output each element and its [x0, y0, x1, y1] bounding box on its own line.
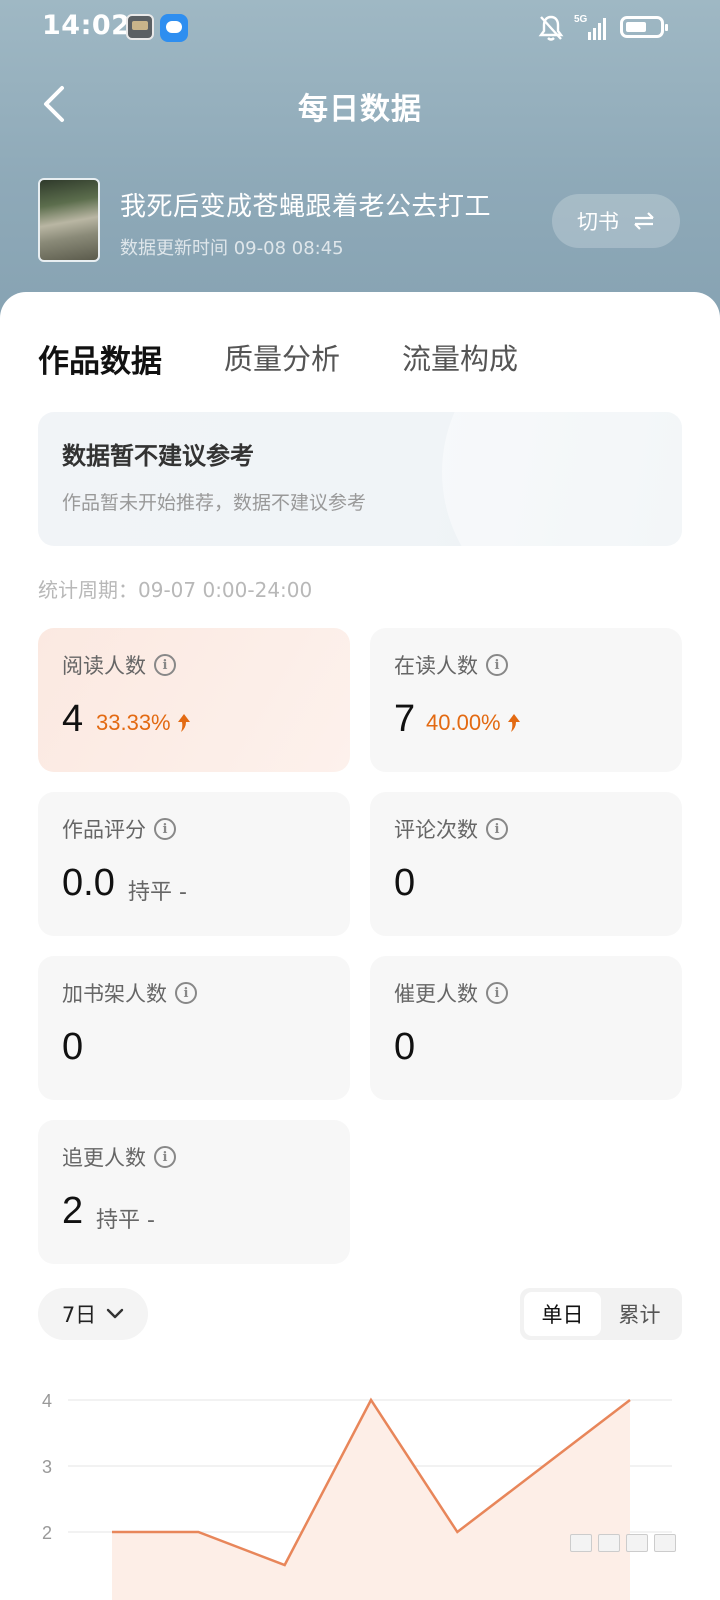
metric-label: 追更人数 — [62, 1146, 146, 1170]
metric-label-wrapper: 催更人数 i — [394, 978, 508, 1008]
metric-change-value: 40.00% — [426, 710, 501, 735]
trend-chart: 2 3 4 — [42, 1391, 672, 1600]
content-card: 作品数据 质量分析 流量构成 数据暂不建议参考 作品暂未开始推荐，数据不建议参考… — [0, 292, 720, 1600]
metric-card-followers[interactable]: 追更人数 i 2 持平 - — [38, 1120, 350, 1264]
info-icon[interactable]: i — [175, 982, 197, 1004]
notice-description: 作品暂未开始推荐，数据不建议参考 — [62, 492, 367, 514]
metric-label-wrapper: 阅读人数 i — [62, 650, 176, 680]
metric-label: 催更人数 — [394, 982, 478, 1006]
metric-card-readers[interactable]: 阅读人数 i 4 33.33% — [38, 628, 350, 772]
metric-flat-status: 持平 - — [96, 1208, 155, 1233]
metric-change-value: 33.33% — [96, 710, 171, 735]
info-icon[interactable]: i — [154, 654, 176, 676]
metric-label-wrapper: 加书架人数 i — [62, 978, 197, 1008]
statistics-period: 统计周期：09-07 0:00-24:00 — [38, 578, 313, 602]
watermark-block — [570, 1534, 592, 1552]
metric-value: 0 — [394, 862, 416, 904]
metric-label: 加书架人数 — [62, 982, 167, 1006]
update-time: 数据更新时间 09-08 08:45 — [120, 238, 344, 259]
tab-traffic-composition[interactable]: 流量构成 — [402, 336, 518, 381]
switch-book-label: 切书 — [577, 210, 619, 234]
watermark-logo — [570, 1534, 700, 1554]
battery-icon — [620, 16, 668, 38]
page-title: 每日数据 — [298, 92, 422, 127]
metric-card-bookshelf-adds[interactable]: 加书架人数 i 0 — [38, 956, 350, 1100]
metric-label-wrapper: 评论次数 i — [394, 814, 508, 844]
metric-label-wrapper: 在读人数 i — [394, 650, 508, 680]
metric-change: 40.00% — [426, 710, 521, 736]
metric-label: 作品评分 — [62, 818, 146, 842]
notice-banner: 数据暂不建议参考 作品暂未开始推荐，数据不建议参考 — [38, 412, 682, 546]
chevron-down-icon — [106, 1308, 124, 1319]
range-label: 7日 — [61, 1303, 97, 1327]
info-icon[interactable]: i — [486, 654, 508, 676]
metric-value: 4 — [62, 698, 84, 740]
switch-book-button[interactable]: 切书 — [552, 194, 680, 248]
metric-label: 评论次数 — [394, 818, 478, 842]
info-icon[interactable]: i — [154, 818, 176, 840]
network-label: 5G — [574, 14, 588, 25]
y-tick-label: 4 — [42, 1391, 52, 1411]
metric-value: 0 — [62, 1026, 84, 1068]
watermark-block — [654, 1534, 676, 1552]
watermark-block — [598, 1534, 620, 1552]
metric-flat-status: 持平 - — [128, 880, 187, 905]
view-mode-toggle: 单日 累计 — [520, 1288, 682, 1340]
arrow-up-icon — [507, 714, 520, 732]
segment-daily[interactable]: 单日 — [524, 1292, 601, 1336]
metric-value: 7 — [394, 698, 416, 740]
metric-card-active-readers[interactable]: 在读人数 i 7 40.00% — [370, 628, 682, 772]
metric-card-comments[interactable]: 评论次数 i 0 — [370, 792, 682, 936]
metric-label: 在读人数 — [394, 654, 478, 678]
notice-title: 数据暂不建议参考 — [62, 442, 254, 470]
y-tick-label: 2 — [42, 1523, 52, 1543]
metric-card-rating[interactable]: 作品评分 i 0.0 持平 - — [38, 792, 350, 936]
notification-app-icon — [126, 14, 154, 40]
series-area — [112, 1400, 630, 1600]
metric-label: 阅读人数 — [62, 654, 146, 678]
info-icon[interactable]: i — [486, 818, 508, 840]
tab-bar: 作品数据 质量分析 流量构成 — [38, 336, 580, 381]
status-bar: 14:02 5G — [0, 0, 720, 56]
metric-value: 0.0 — [62, 862, 115, 904]
tab-work-data[interactable]: 作品数据 — [38, 336, 162, 381]
y-tick-label: 3 — [42, 1457, 52, 1477]
info-icon[interactable]: i — [154, 1146, 176, 1168]
book-title: 我死后变成苍蝇跟着老公去打工 — [120, 192, 492, 222]
book-cover-image[interactable] — [38, 178, 100, 262]
tab-quality-analysis[interactable]: 质量分析 — [224, 336, 340, 381]
metric-change: 33.33% — [96, 710, 191, 736]
metric-card-update-requests[interactable]: 催更人数 i 0 — [370, 956, 682, 1100]
status-time: 14:02 — [42, 10, 131, 41]
mute-bell-icon — [538, 15, 564, 41]
metric-value: 2 — [62, 1190, 84, 1232]
range-dropdown[interactable]: 7日 — [38, 1288, 148, 1340]
metric-label-wrapper: 作品评分 i — [62, 814, 176, 844]
signal-5g-icon: 5G — [574, 14, 606, 40]
metric-value: 0 — [394, 1026, 416, 1068]
swap-arrows-icon — [634, 212, 654, 230]
watermark-block — [626, 1534, 648, 1552]
message-app-icon — [160, 14, 188, 42]
segment-cumulative[interactable]: 累计 — [601, 1292, 678, 1336]
arrow-up-icon — [177, 714, 190, 732]
info-icon[interactable]: i — [486, 982, 508, 1004]
metric-label-wrapper: 追更人数 i — [62, 1142, 176, 1172]
